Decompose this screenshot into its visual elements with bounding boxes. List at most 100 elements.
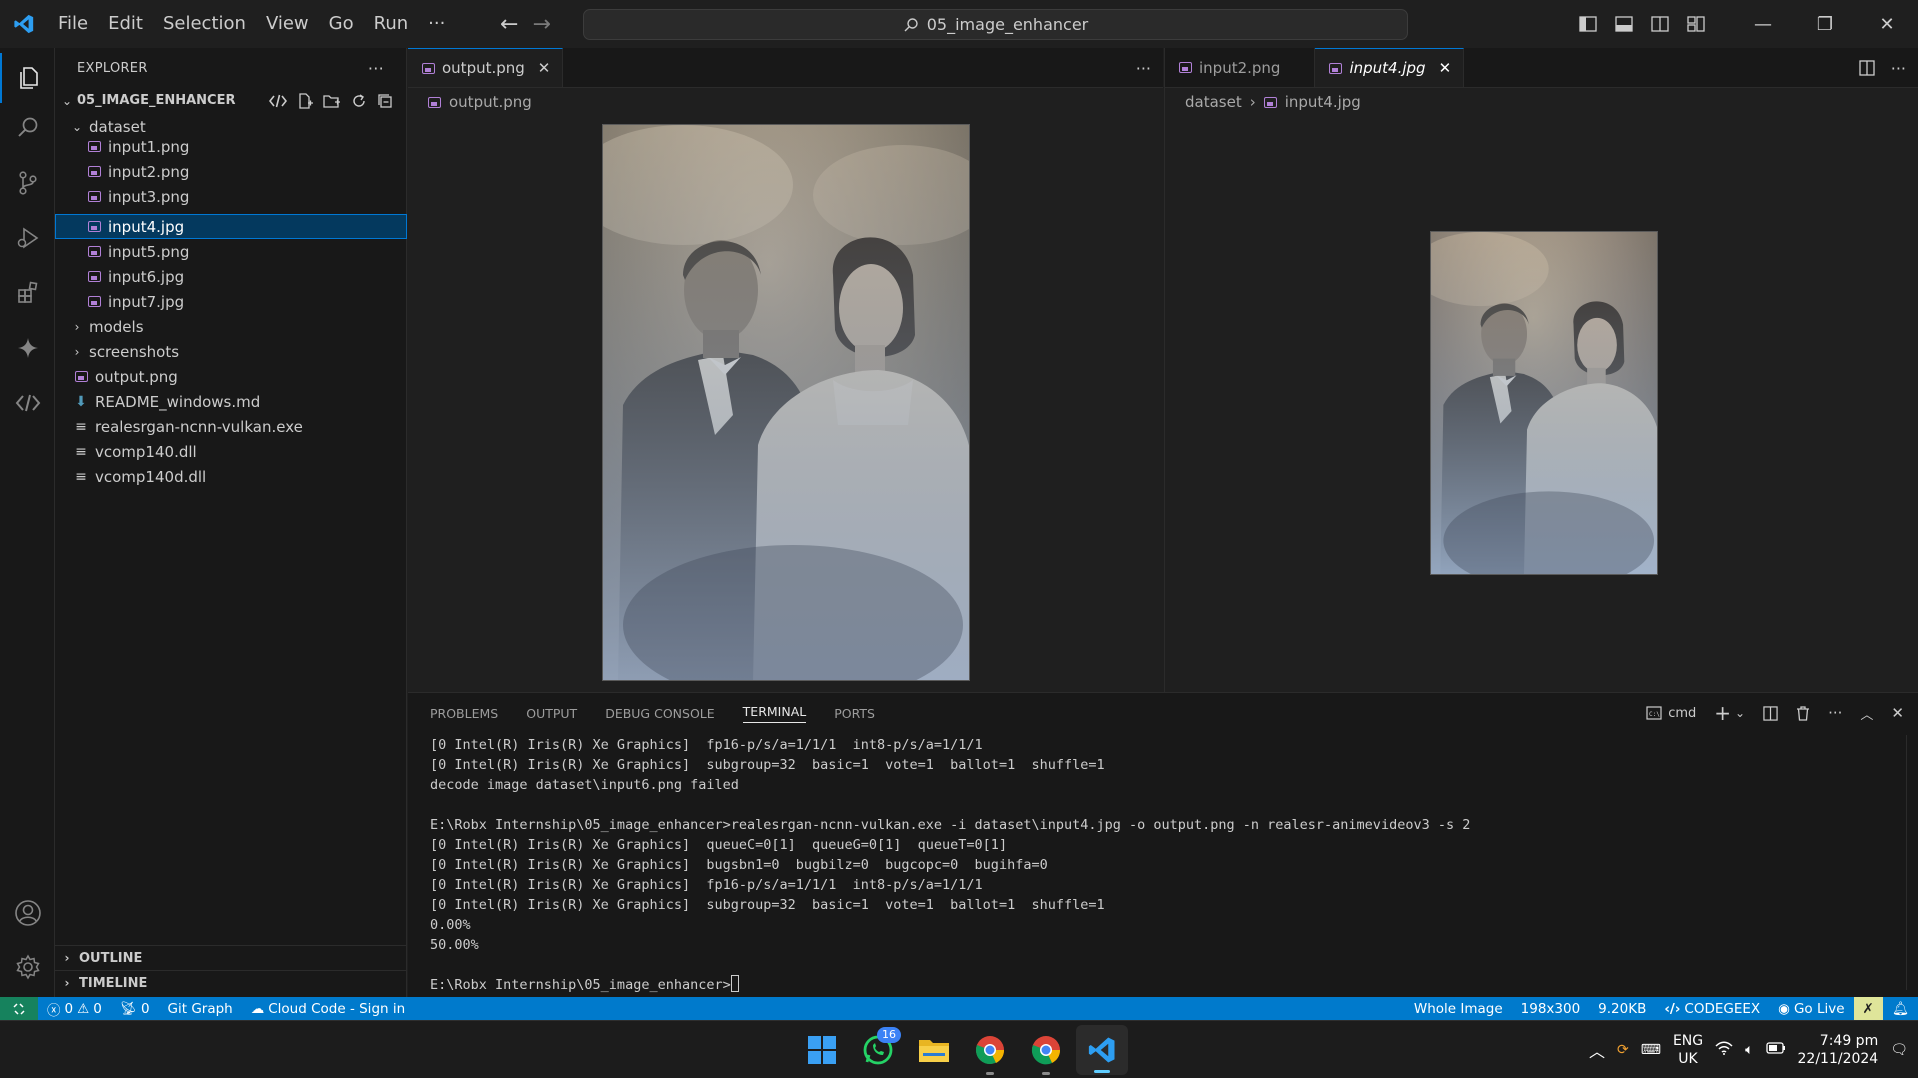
problems-status[interactable]: ⓧ 0 ⚠ 0	[38, 999, 111, 1019]
codegeex-status[interactable]: ‹/› CODEGEEX	[1655, 1001, 1769, 1017]
forward-arrow-icon[interactable]: →	[532, 12, 550, 37]
go-live-status[interactable]: ◉ Go Live	[1769, 1001, 1853, 1017]
breadcrumb-item[interactable]: output.png	[449, 93, 532, 111]
tree-file-vcomp140[interactable]: ≡ vcomp140.dll	[55, 439, 407, 464]
tab-input4-jpg[interactable]: input4.jpg ✕	[1315, 48, 1465, 87]
codegeex-action-icon[interactable]	[269, 94, 287, 108]
close-window-icon[interactable]: ✕	[1856, 0, 1918, 48]
tree-folder-screenshots[interactable]: › screenshots	[55, 339, 407, 364]
more-actions-button[interactable]: ···	[1136, 59, 1151, 78]
new-folder-icon[interactable]	[323, 93, 341, 109]
chevron-down-icon[interactable]: ⌄	[1735, 706, 1745, 720]
whatsapp-icon[interactable]: 16	[852, 1021, 904, 1078]
tree-file-input2[interactable]: input2.png	[55, 159, 407, 184]
restore-icon[interactable]: ❐	[1794, 0, 1856, 48]
remote-indicator-icon[interactable]	[0, 997, 38, 1020]
tree-file-input7[interactable]: input7.jpg	[55, 289, 407, 314]
tree-file-vcomp140d[interactable]: ≡ vcomp140d.dll	[55, 464, 407, 489]
breadcrumb-item[interactable]: input4.jpg	[1285, 93, 1361, 111]
menu-edit[interactable]: Edit	[98, 0, 153, 48]
zoom-status[interactable]: Whole Image	[1405, 1001, 1512, 1017]
timeline-section[interactable]: › TIMELINE	[55, 970, 407, 995]
speaker-icon[interactable]: 🔈︎	[1745, 1042, 1753, 1058]
tab-output[interactable]: OUTPUT	[526, 706, 577, 721]
close-tab-icon[interactable]: ✕	[1439, 59, 1452, 77]
extensions-icon[interactable]	[0, 268, 55, 318]
project-root[interactable]: ⌄ 05_IMAGE_ENHANCER	[55, 88, 407, 113]
tree-file-input3[interactable]: input3.png	[55, 184, 407, 209]
tab-output-png[interactable]: output.png ✕	[408, 48, 564, 87]
terminal-shell-selector[interactable]: C:\ cmd	[1646, 706, 1696, 721]
menu-more[interactable]: ···	[418, 0, 455, 48]
keyboard-icon[interactable]: ⌨	[1641, 1042, 1661, 1058]
chrome-profile-icon[interactable]	[1020, 1021, 1072, 1078]
gemini-sparkle-icon[interactable]	[0, 323, 55, 373]
clock[interactable]: 7:49 pm 22/11/2024	[1798, 1032, 1879, 1068]
settings-gear-icon[interactable]	[0, 942, 55, 992]
language-indicator[interactable]: ENG UK	[1673, 1032, 1703, 1068]
vscode-taskbar-icon[interactable]	[1076, 1025, 1128, 1075]
minimize-icon[interactable]: —	[1732, 0, 1794, 48]
menu-selection[interactable]: Selection	[153, 0, 256, 48]
file-explorer-icon[interactable]	[908, 1021, 960, 1078]
git-graph-status[interactable]: Git Graph	[159, 1001, 242, 1017]
copilot-status[interactable]: ✗	[1853, 997, 1883, 1020]
menu-view[interactable]: View	[256, 0, 319, 48]
notification-center-icon[interactable]: 🗨︎	[1890, 1042, 1908, 1058]
tree-file-readme[interactable]: ⬇ README_windows.md	[55, 389, 407, 414]
explorer-icon[interactable]	[0, 53, 55, 103]
ports-status[interactable]: 📡︎ 0	[111, 1001, 159, 1017]
wifi-icon[interactable]	[1715, 1041, 1733, 1059]
run-debug-icon[interactable]	[0, 213, 55, 263]
trash-icon[interactable]	[1796, 705, 1810, 721]
close-tab-icon[interactable]: ✕	[538, 59, 551, 77]
sync-icon[interactable]: ⟳	[1617, 1042, 1629, 1058]
tab-ports[interactable]: PORTS	[834, 706, 875, 721]
customize-layout-icon[interactable]	[1678, 0, 1714, 48]
search-icon[interactable]	[0, 103, 55, 153]
refresh-icon[interactable]	[351, 93, 367, 109]
menu-file[interactable]: File	[48, 0, 98, 48]
tree-file-input4[interactable]: input4.jpg	[55, 214, 407, 239]
tab-terminal[interactable]: TERMINAL	[742, 704, 807, 723]
source-control-icon[interactable]	[0, 158, 55, 208]
terminal-output[interactable]: [0 Intel(R) Iris(R) Xe Graphics] fp16-p/…	[430, 735, 1898, 995]
breadcrumb-item[interactable]: dataset	[1185, 93, 1242, 111]
split-editor-icon[interactable]	[1859, 60, 1875, 76]
more-actions-button[interactable]: ···	[1891, 59, 1906, 78]
toggle-secondary-sidebar-icon[interactable]	[1642, 0, 1678, 48]
tab-debug-console[interactable]: DEBUG CONSOLE	[605, 706, 714, 721]
maximize-panel-icon[interactable]: ︿	[1860, 704, 1873, 723]
terminal-scrollbar[interactable]	[1906, 735, 1918, 990]
toggle-sidebar-icon[interactable]	[1570, 0, 1606, 48]
chevron-up-icon[interactable]: ︿	[1589, 1038, 1605, 1062]
tree-file-input6[interactable]: input6.jpg	[55, 264, 407, 289]
split-terminal-icon[interactable]	[1763, 705, 1778, 721]
notifications-status[interactable]: 🔔︎	[1883, 1001, 1918, 1017]
close-panel-icon[interactable]: ✕	[1891, 704, 1904, 722]
toggle-panel-icon[interactable]	[1606, 0, 1642, 48]
outline-section[interactable]: › OUTLINE	[55, 945, 407, 970]
accounts-icon[interactable]	[0, 888, 55, 938]
back-arrow-icon[interactable]: ←	[500, 12, 518, 37]
tree-folder-models[interactable]: › models	[55, 314, 407, 339]
more-actions-icon[interactable]: ···	[1828, 704, 1842, 722]
cloud-code-status[interactable]: ☁ Cloud Code - Sign in	[242, 1001, 414, 1017]
new-terminal-icon[interactable]: +	[1714, 701, 1731, 725]
explorer-more-button[interactable]: ···	[368, 59, 384, 78]
tree-file-input5[interactable]: input5.png	[55, 239, 407, 264]
tree-file-exe[interactable]: ≡ realesrgan-ncnn-vulkan.exe	[55, 414, 407, 439]
command-center-search[interactable]: 05_image_enhancer	[583, 9, 1408, 40]
tree-file-output[interactable]: output.png	[55, 364, 407, 389]
windows-start-icon[interactable]	[796, 1021, 848, 1078]
chrome-icon[interactable]	[964, 1021, 1016, 1078]
battery-icon[interactable]	[1765, 1041, 1786, 1059]
tab-input2-png[interactable]: input2.png	[1165, 48, 1316, 87]
menu-run[interactable]: Run	[364, 0, 419, 48]
tree-file-input1[interactable]: input1.png	[55, 134, 407, 159]
codegeex-icon[interactable]	[0, 378, 55, 428]
menu-go[interactable]: Go	[319, 0, 364, 48]
collapse-all-icon[interactable]	[377, 93, 393, 109]
tab-problems[interactable]: PROBLEMS	[430, 706, 498, 721]
new-file-icon[interactable]	[297, 92, 313, 109]
